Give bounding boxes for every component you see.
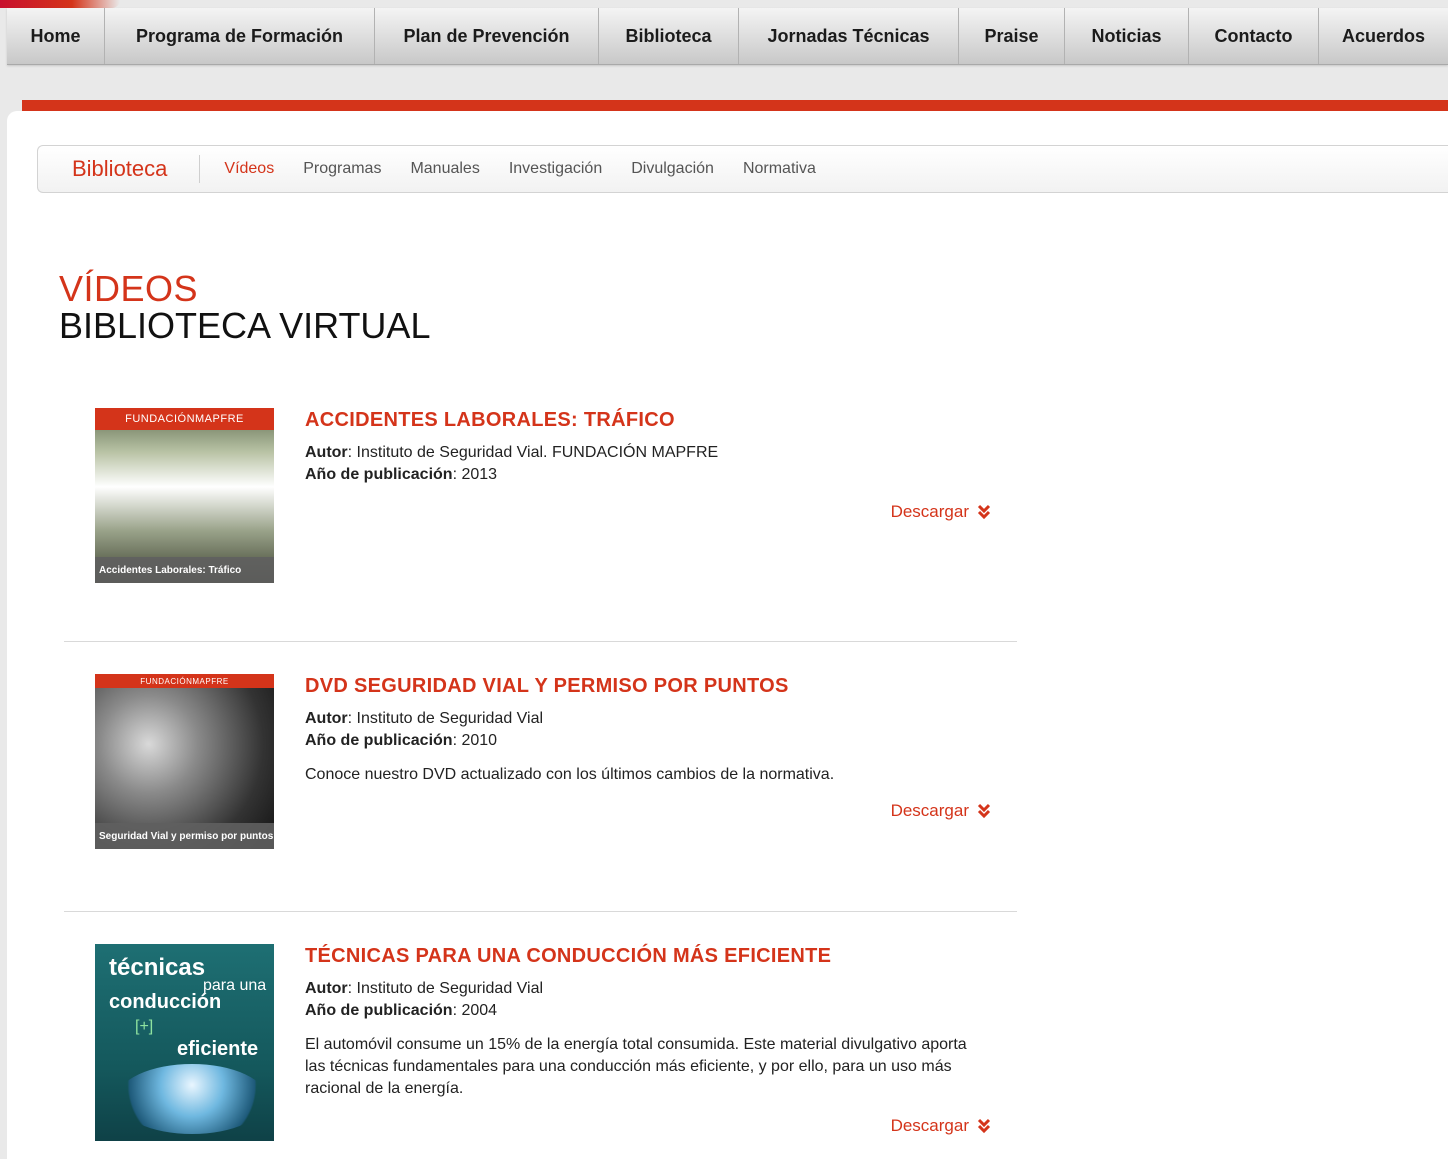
nav-item-home[interactable]: Home xyxy=(7,8,105,64)
page-subtitle: BIBLIOTECA VIRTUAL xyxy=(59,305,431,346)
entry-title[interactable]: TÉCNICAS PARA UNA CONDUCCIÓN MÁS EFICIEN… xyxy=(305,944,985,968)
author-value: : Instituto de Seguridad Vial xyxy=(347,980,544,997)
download-label: Descargar xyxy=(890,801,969,820)
sub-nav: Biblioteca Vídeos Programas Manuales Inv… xyxy=(37,145,1448,193)
content-panel: Biblioteca Vídeos Programas Manuales Inv… xyxy=(7,111,1448,1159)
double-chevron-down-icon xyxy=(977,504,991,520)
nav-item-noticias[interactable]: Noticias xyxy=(1065,8,1189,64)
video-thumbnail[interactable]: FUNDACIÓNMAPFRE Seguridad Vial y permiso… xyxy=(95,674,274,849)
thumbnail-caption: Seguridad Vial y permiso por puntos xyxy=(95,823,274,849)
subnav-link-divulgacion[interactable]: Divulgación xyxy=(631,160,714,178)
entry-body: TÉCNICAS PARA UNA CONDUCCIÓN MÁS EFICIEN… xyxy=(305,944,985,1100)
corner-accent xyxy=(0,0,120,8)
download-link[interactable]: Descargar xyxy=(891,502,991,522)
download-label: Descargar xyxy=(890,1116,969,1135)
nav-item-biblioteca[interactable]: Biblioteca xyxy=(599,8,739,64)
year-value: : 2010 xyxy=(452,732,498,749)
entry-meta: Autor: Instituto de Seguridad Vial Año d… xyxy=(305,978,985,1022)
year-value: : 2004 xyxy=(452,1002,498,1019)
video-entry: FUNDACIÓNMAPFRE Seguridad Vial y permiso… xyxy=(7,674,1027,854)
entry-title[interactable]: ACCIDENTES LABORALES: TRÁFICO xyxy=(305,408,985,432)
author-value: : Instituto de Seguridad Vial xyxy=(347,710,544,727)
thumbnail-brand: FUNDACIÓNMAPFRE xyxy=(95,408,274,430)
entry-meta: Autor: Instituto de Seguridad Vial Año d… xyxy=(305,708,985,752)
thumbnail-brand: FUNDACIÓNMAPFRE xyxy=(95,674,274,688)
nav-item-programa-formacion[interactable]: Programa de Formación xyxy=(105,8,375,64)
globe-graphic xyxy=(117,1064,267,1134)
video-entry: técnicas para una conducción [+] eficien… xyxy=(7,944,1027,1159)
nav-item-acuerdos[interactable]: Acuerdos xyxy=(1319,8,1448,64)
entry-meta: Autor: Instituto de Seguridad Vial. FUND… xyxy=(305,442,985,486)
year-value: : 2013 xyxy=(452,466,498,483)
video-thumbnail[interactable]: técnicas para una conducción [+] eficien… xyxy=(95,944,274,1151)
thumbnail-text: [+] xyxy=(135,1018,154,1035)
entry-body: ACCIDENTES LABORALES: TRÁFICO Autor: Ins… xyxy=(305,408,985,486)
video-entry: FUNDACIÓNMAPFRE Accidentes Laborales: Tr… xyxy=(7,408,1027,588)
subnav-link-videos[interactable]: Vídeos xyxy=(224,160,274,178)
subnav-title[interactable]: Biblioteca xyxy=(38,155,201,183)
thumbnail-caption: Accidentes Laborales: Tráfico xyxy=(95,557,274,583)
subnav-links: Vídeos Programas Manuales Investigación … xyxy=(200,160,844,178)
author-label: Autor xyxy=(305,980,348,997)
thumbnail-text: conducción xyxy=(109,991,222,1013)
thumbnail-text: técnicas xyxy=(109,954,206,981)
entry-body: DVD SEGURIDAD VIAL Y PERMISO POR PUNTOS … xyxy=(305,674,985,786)
nav-item-plan-prevencion[interactable]: Plan de Prevención xyxy=(375,8,599,64)
page-title: VÍDEOS xyxy=(59,268,199,309)
year-label: Año de publicación xyxy=(305,1002,453,1019)
thumbnail-text: eficiente xyxy=(177,1038,259,1060)
entry-divider xyxy=(64,911,1017,912)
entry-title[interactable]: DVD SEGURIDAD VIAL Y PERMISO POR PUNTOS xyxy=(305,674,985,698)
year-label: Año de publicación xyxy=(305,466,453,483)
author-label: Autor xyxy=(305,710,348,727)
author-label: Autor xyxy=(305,444,348,461)
entry-divider xyxy=(64,641,1017,642)
double-chevron-down-icon xyxy=(977,803,991,819)
subnav-link-programas[interactable]: Programas xyxy=(303,160,381,178)
subnav-link-manuales[interactable]: Manuales xyxy=(410,160,479,178)
download-link[interactable]: Descargar xyxy=(891,801,991,821)
nav-item-contacto[interactable]: Contacto xyxy=(1189,8,1319,64)
year-label: Año de publicación xyxy=(305,732,453,749)
double-chevron-down-icon xyxy=(977,1118,991,1134)
main-nav: Home Programa de Formación Plan de Preve… xyxy=(7,8,1448,65)
download-link[interactable]: Descargar xyxy=(891,1116,991,1136)
red-band xyxy=(22,100,1448,111)
entry-description: El automóvil consume un 15% de la energí… xyxy=(305,1036,967,1097)
logo-strip xyxy=(95,1141,274,1151)
subnav-link-normativa[interactable]: Normativa xyxy=(743,160,816,178)
entry-description: Conoce nuestro DVD actualizado con los ú… xyxy=(305,766,835,783)
nav-item-praise[interactable]: Praise xyxy=(959,8,1065,64)
download-label: Descargar xyxy=(890,502,969,521)
nav-item-jornadas-tecnicas[interactable]: Jornadas Técnicas xyxy=(739,8,959,64)
subnav-link-investigacion[interactable]: Investigación xyxy=(509,160,602,178)
author-value: : Instituto de Seguridad Vial. FUNDACIÓN… xyxy=(347,444,719,461)
video-thumbnail[interactable]: FUNDACIÓNMAPFRE Accidentes Laborales: Tr… xyxy=(95,408,274,583)
